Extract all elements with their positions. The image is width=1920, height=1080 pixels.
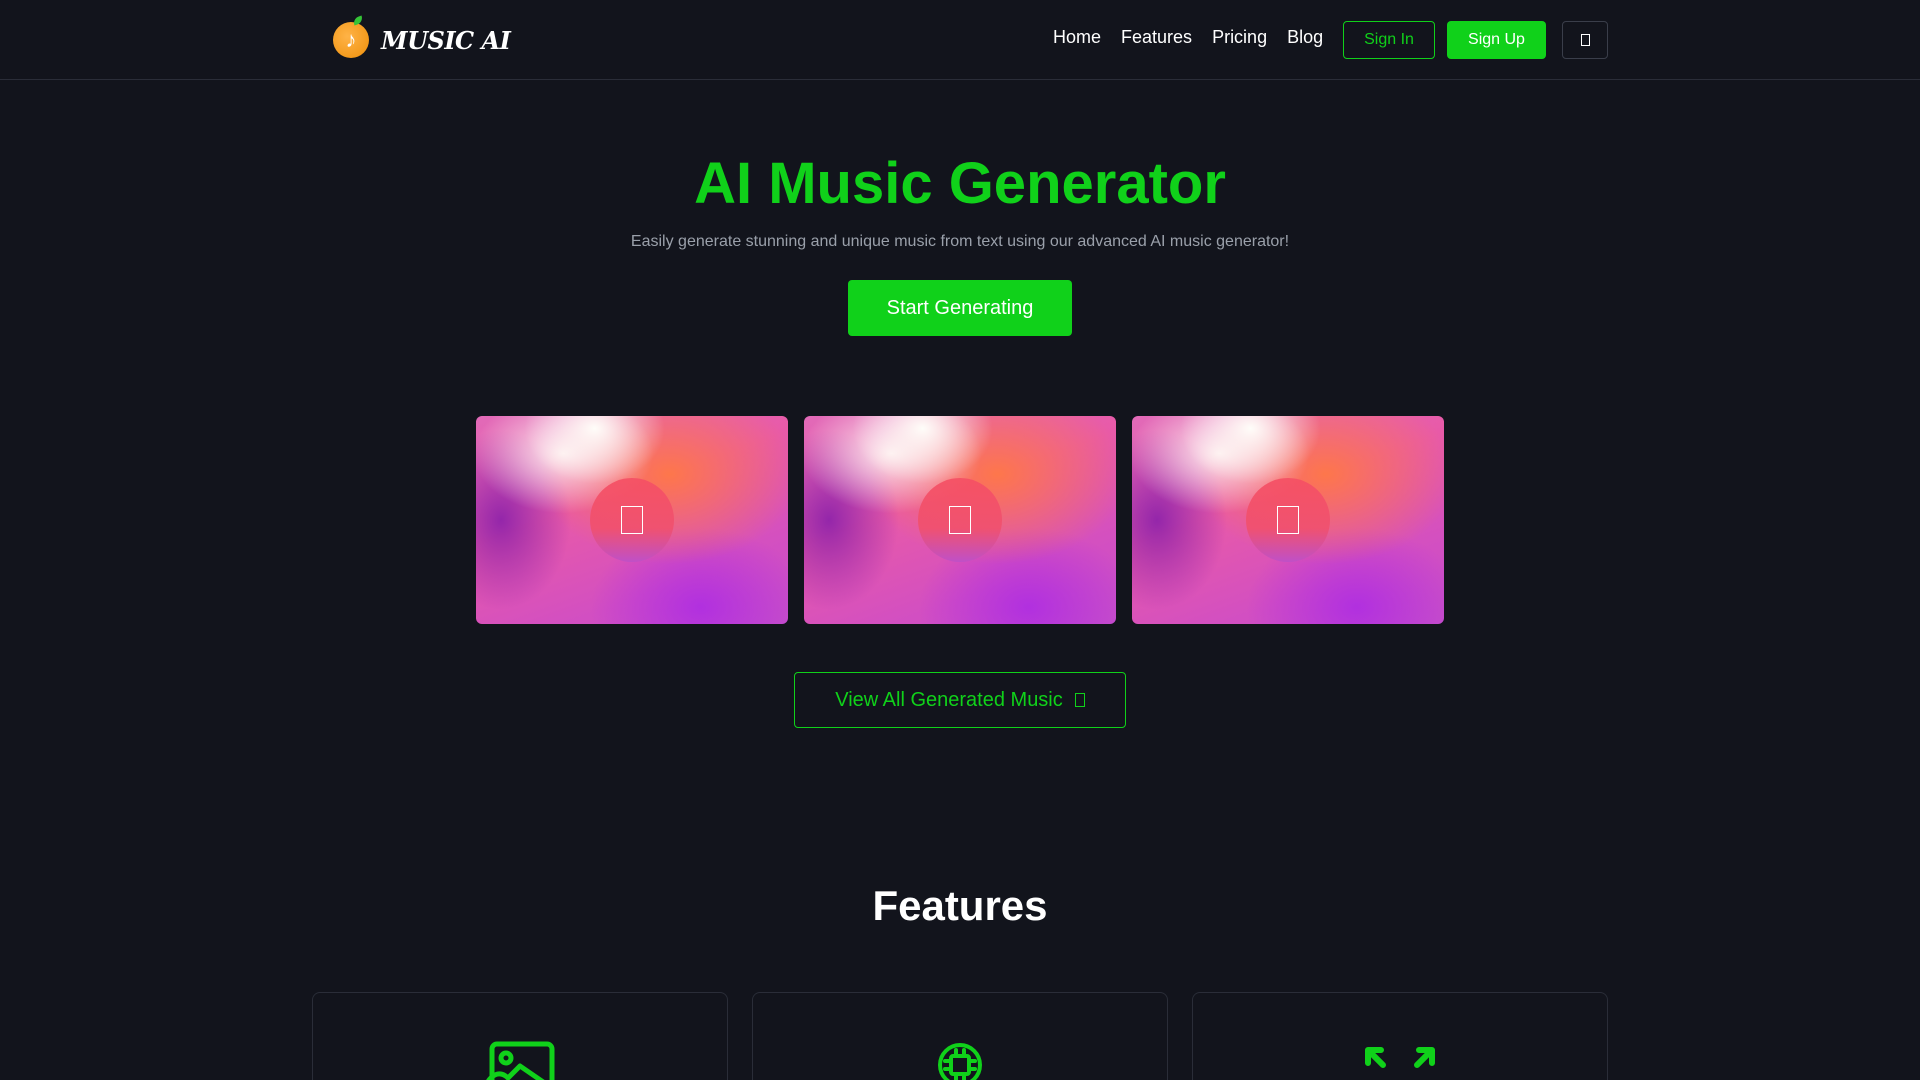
image-icon xyxy=(486,1041,555,1080)
theme-toggle-icon xyxy=(1580,34,1590,46)
play-button[interactable] xyxy=(918,478,1002,562)
feature-card xyxy=(312,992,728,1080)
nav-link-pricing[interactable]: Pricing xyxy=(1212,27,1267,48)
logo[interactable]: ♪ MUSIC AI xyxy=(333,15,511,60)
logo-note-glyph: ♪ xyxy=(345,27,357,52)
nav-link-home[interactable]: Home xyxy=(1053,27,1101,48)
music-card[interactable] xyxy=(1132,416,1444,624)
nav-link-features[interactable]: Features xyxy=(1121,27,1192,48)
expand-arrows-icon xyxy=(1365,1047,1435,1068)
sign-in-button[interactable]: Sign In xyxy=(1343,21,1435,59)
sign-up-button[interactable]: Sign Up xyxy=(1447,21,1546,59)
logo-text: MUSIC AI xyxy=(381,25,511,55)
play-button[interactable] xyxy=(1246,478,1330,562)
features-heading: Features xyxy=(872,882,1048,929)
view-all-label: View All Generated Music xyxy=(835,688,1063,711)
cpu-chip-icon xyxy=(938,1043,982,1080)
music-card[interactable] xyxy=(476,416,788,624)
theme-toggle-button[interactable] xyxy=(1562,21,1608,59)
play-icon xyxy=(621,506,643,534)
navbar: ♪ MUSIC AI Home Features Pricing Blog Si… xyxy=(0,0,1920,80)
arrow-right-icon xyxy=(1074,693,1085,707)
play-icon xyxy=(1277,506,1299,534)
music-card[interactable] xyxy=(804,416,1116,624)
hero-title: AI Music Generator xyxy=(694,151,1226,216)
view-all-music-button[interactable]: View All Generated Music xyxy=(794,672,1126,728)
hero-subtitle: Easily generate stunning and unique musi… xyxy=(630,233,1290,250)
nav-links: Home Features Pricing Blog xyxy=(1053,27,1323,48)
feature-card xyxy=(752,992,1168,1080)
feature-card xyxy=(1192,992,1608,1080)
play-icon xyxy=(949,506,971,534)
start-generating-button[interactable]: Start Generating xyxy=(848,280,1072,336)
logo-badge-icon: ♪ xyxy=(333,15,369,58)
play-button[interactable] xyxy=(590,478,674,562)
logo-leaf xyxy=(352,15,364,26)
nav-link-blog[interactable]: Blog xyxy=(1287,27,1323,48)
